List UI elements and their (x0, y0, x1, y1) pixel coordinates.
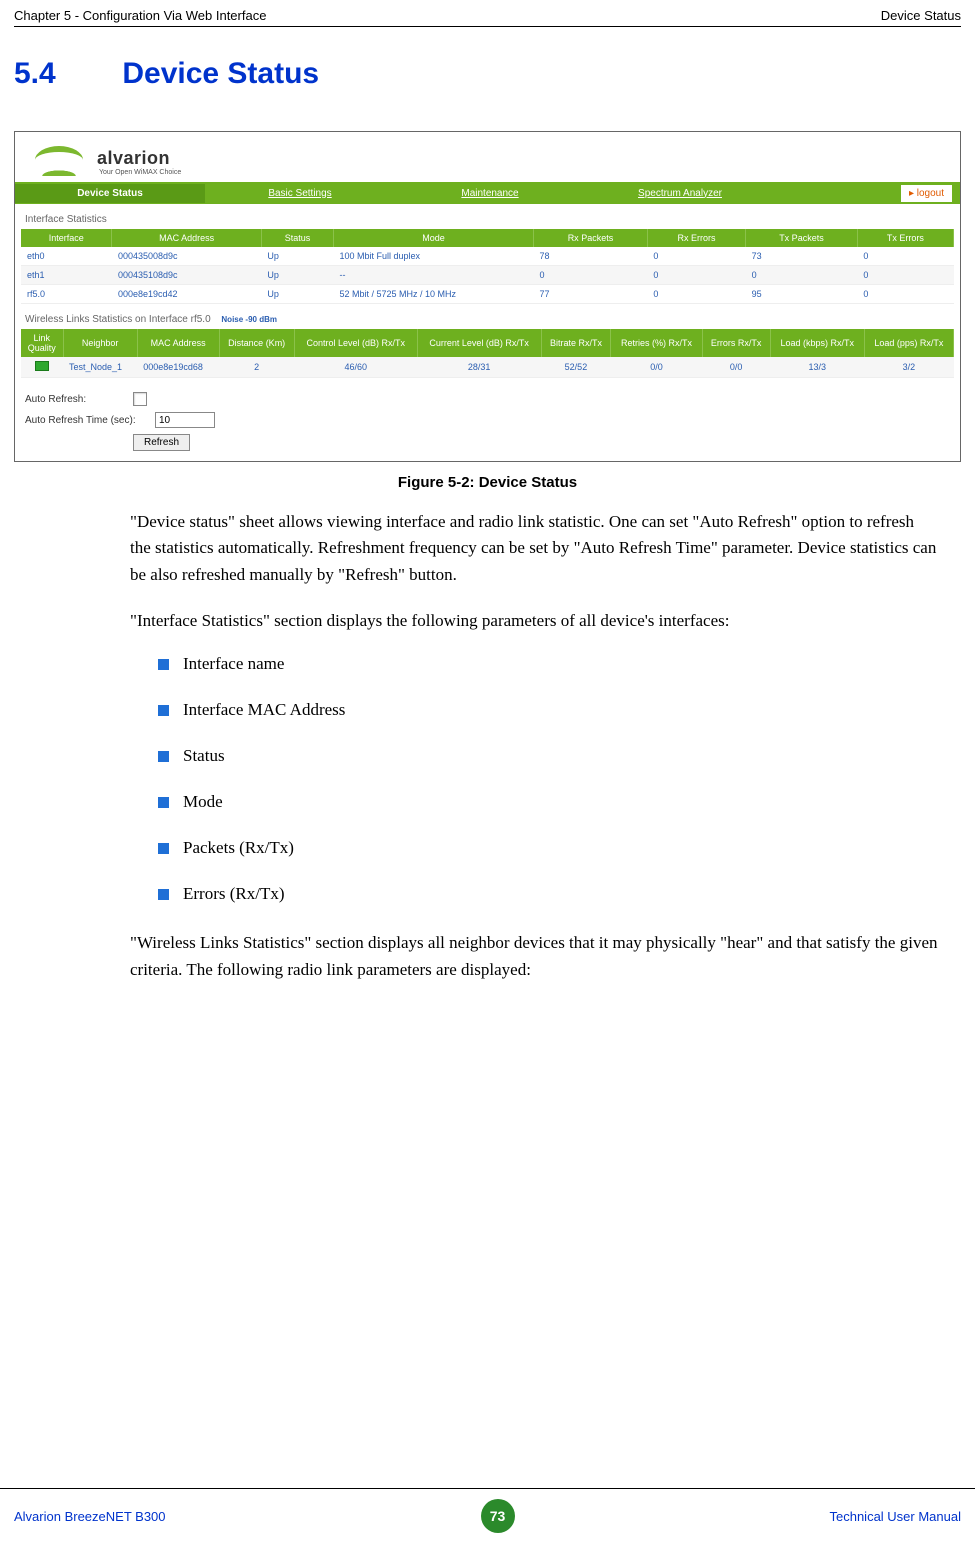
col-distance: Distance (Km) (219, 329, 294, 357)
section-title: Device Status (122, 57, 319, 90)
list-item: Interface name (158, 654, 939, 674)
col-control-level: Control Level (dB) Rx/Tx (294, 329, 417, 357)
paragraph: "Wireless Links Statistics" section disp… (130, 930, 939, 983)
table-header-row: Interface MAC Address Status Mode Rx Pac… (21, 229, 954, 247)
bullet-icon (158, 843, 169, 854)
footer-product: Alvarion BreezeNET B300 (14, 1509, 166, 1524)
auto-refresh-time-label: Auto Refresh Time (sec): (25, 415, 155, 426)
list-item: Interface MAC Address (158, 700, 939, 720)
wireless-links-table: Link Quality Neighbor MAC Address Distan… (21, 329, 954, 378)
device-status-screenshot: alvarion Your Open WiMAX Choice Device S… (14, 131, 961, 462)
col-load-kbps: Load (kbps) Rx/Tx (770, 329, 864, 357)
tab-maintenance[interactable]: Maintenance (395, 184, 585, 203)
footer-doc-title: Technical User Manual (829, 1509, 961, 1524)
col-tx-errors: Tx Errors (857, 229, 953, 247)
col-errors: Errors Rx/Tx (702, 329, 770, 357)
link-quality-indicator (21, 357, 63, 378)
auto-refresh-time-input[interactable] (155, 412, 215, 428)
auto-refresh-label: Auto Refresh: (25, 394, 133, 405)
col-retries: Retries (%) Rx/Tx (611, 329, 702, 357)
noise-level: Noise -90 dBm (221, 315, 277, 324)
logout-link[interactable]: ▸ logout (901, 185, 952, 202)
page-footer: Alvarion BreezeNET B300 73 Technical Use… (0, 1488, 975, 1545)
header-rule (14, 26, 961, 27)
wireless-stats-label: Wireless Links Statistics on Interface r… (15, 304, 960, 329)
refresh-button[interactable]: Refresh (133, 434, 190, 451)
col-neighbor: Neighbor (63, 329, 137, 357)
tab-basic-settings[interactable]: Basic Settings (205, 184, 395, 203)
alvarion-logo-icon (25, 142, 93, 176)
bullet-icon (158, 659, 169, 670)
table-header-row: Link Quality Neighbor MAC Address Distan… (21, 329, 954, 357)
table-row: eth1 000435108d9c Up -- 0 0 0 0 (21, 266, 954, 285)
brand-tagline: Your Open WiMAX Choice (99, 169, 181, 176)
col-rx-packets: Rx Packets (534, 229, 648, 247)
table-row: Test_Node_1 000e8e19cd68 2 46/60 28/31 5… (21, 357, 954, 378)
page-header: Chapter 5 - Configuration Via Web Interf… (0, 0, 975, 26)
col-mac: MAC Address (112, 229, 261, 247)
bullet-icon (158, 751, 169, 762)
col-rx-errors: Rx Errors (647, 229, 745, 247)
page-number-badge: 73 (481, 1499, 515, 1533)
interface-stats-table: Interface MAC Address Status Mode Rx Pac… (21, 229, 954, 304)
paragraph: "Interface Statistics" section displays … (130, 608, 939, 634)
col-current-level: Current Level (dB) Rx/Tx (417, 329, 541, 357)
list-item: Mode (158, 792, 939, 812)
main-tabbar: Device Status Basic Settings Maintenance… (15, 182, 960, 204)
section-heading: 5.4 Device Status (0, 57, 975, 91)
list-item: Status (158, 746, 939, 766)
bullet-list: Interface name Interface MAC Address Sta… (158, 654, 939, 904)
col-tx-packets: Tx Packets (746, 229, 858, 247)
brand-row: alvarion Your Open WiMAX Choice (15, 138, 960, 182)
col-load-pps: Load (pps) Rx/Tx (864, 329, 953, 357)
auto-refresh-checkbox[interactable] (133, 392, 147, 406)
header-right: Device Status (881, 8, 961, 23)
table-row: rf5.0 000e8e19cd42 Up 52 Mbit / 5725 MHz… (21, 285, 954, 304)
col-mac: MAC Address (137, 329, 219, 357)
col-link-quality: Link Quality (21, 329, 63, 357)
interface-stats-label: Interface Statistics (15, 204, 960, 229)
bullet-icon (158, 889, 169, 900)
figure-caption: Figure 5-2: Device Status (0, 474, 975, 491)
bullet-icon (158, 797, 169, 808)
section-number: 5.4 (14, 57, 114, 91)
header-left: Chapter 5 - Configuration Via Web Interf… (14, 8, 266, 23)
tab-device-status[interactable]: Device Status (15, 184, 205, 203)
paragraph: "Device status" sheet allows viewing int… (130, 509, 939, 588)
tab-spectrum-analyzer[interactable]: Spectrum Analyzer (585, 184, 775, 203)
table-row: eth0 000435008d9c Up 100 Mbit Full duple… (21, 247, 954, 266)
col-interface: Interface (21, 229, 112, 247)
col-bitrate: Bitrate Rx/Tx (541, 329, 611, 357)
bullet-icon (158, 705, 169, 716)
col-mode: Mode (334, 229, 534, 247)
list-item: Errors (Rx/Tx) (158, 884, 939, 904)
list-item: Packets (Rx/Tx) (158, 838, 939, 858)
brand-name: alvarion (97, 148, 181, 169)
refresh-controls: Auto Refresh: Auto Refresh Time (sec): R… (15, 378, 960, 451)
col-status: Status (261, 229, 333, 247)
